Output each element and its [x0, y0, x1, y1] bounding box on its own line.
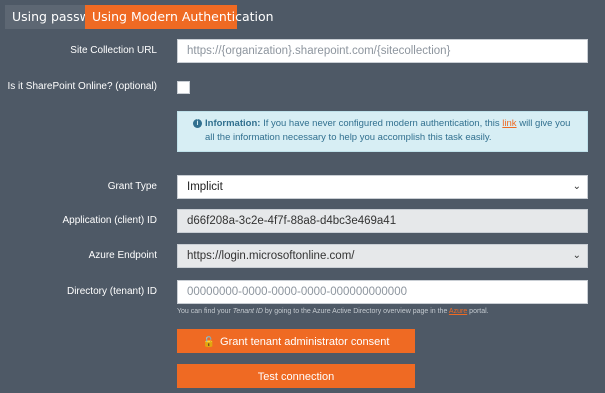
tenant-id-help: You can find your Tenant ID by going to … — [177, 308, 489, 315]
grant-type-select[interactable]: Implicit ⌄ — [177, 175, 588, 199]
azure-endpoint-select[interactable]: https://login.microsoftonline.com/ ⌄ — [177, 244, 588, 268]
tenant-id-label: Directory (tenant) ID — [66, 286, 157, 297]
information-text-before: If you have never configured modern auth… — [263, 118, 500, 129]
sharepoint-online-checkbox[interactable] — [177, 81, 190, 94]
chevron-down-icon: ⌄ — [572, 250, 581, 261]
grant-consent-label: Grant tenant administrator consent — [220, 336, 390, 348]
information-box: i Information: If you have never configu… — [177, 111, 588, 152]
site-collection-url-label: Site Collection URL — [70, 45, 157, 56]
azure-portal-link[interactable]: Azure — [449, 308, 467, 315]
azure-endpoint-value: https://login.microsoftonline.com/ — [187, 250, 355, 262]
information-link[interactable]: link — [502, 118, 516, 129]
auth-tabs: Using password Using Modern Authenticati… — [5, 5, 274, 29]
information-title: Information: — [205, 118, 261, 129]
sharepoint-online-label: Is it SharePoint Online? (optional) — [7, 81, 157, 92]
tenant-id-emphasis: Tenant ID — [232, 308, 263, 315]
info-circle-icon: i — [193, 119, 202, 128]
site-collection-url-input[interactable]: https://{organization}.sharepoint.com/{s… — [177, 39, 588, 63]
client-id-label: Application (client) ID — [62, 215, 157, 226]
grant-type-label: Grant Type — [107, 181, 157, 192]
tab-using-password[interactable]: Using password — [5, 5, 110, 29]
unlock-icon: 🔓 — [202, 337, 216, 348]
tenant-id-input[interactable]: 00000000-0000-0000-0000-000000000000 — [177, 280, 588, 304]
test-connection-button[interactable]: Test connection — [177, 364, 415, 388]
tab-using-modern-authentication[interactable]: Using Modern Authentication — [85, 5, 274, 29]
grant-consent-button[interactable]: 🔓 Grant tenant administrator consent — [177, 329, 415, 353]
client-id-field: d66f208a-3c2e-4f7f-88a8-d4bc3e469a41 — [177, 209, 588, 233]
chevron-down-icon: ⌄ — [572, 181, 581, 192]
grant-type-value: Implicit — [187, 181, 223, 193]
azure-endpoint-label: Azure Endpoint — [88, 250, 157, 261]
